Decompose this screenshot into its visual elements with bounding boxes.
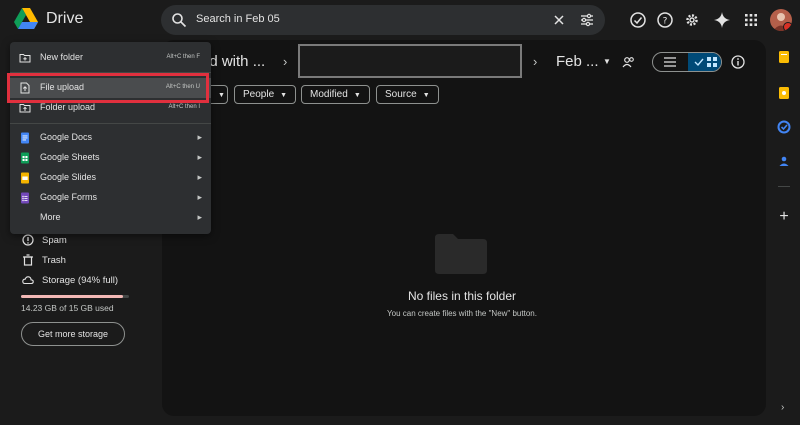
storage-progress-bar [21, 295, 129, 298]
settings-icon[interactable] [683, 11, 701, 29]
apps-grid-icon[interactable] [742, 11, 760, 29]
sidebar-item-trash[interactable]: Trash [22, 254, 66, 266]
new-menu: New folder Alt+C then F File upload Alt+… [10, 42, 211, 234]
list-view-button[interactable] [653, 53, 688, 71]
redacted-breadcrumb [298, 44, 522, 78]
breadcrumb-current[interactable]: Feb ... [556, 53, 599, 70]
offline-status-icon[interactable] [629, 11, 647, 29]
folder-upload-icon [19, 104, 31, 113]
view-toggle[interactable] [652, 52, 722, 72]
info-icon[interactable] [731, 55, 745, 69]
filter-chip-source[interactable]: Source ▼ [376, 85, 439, 104]
menu-item-new-folder[interactable]: New folder Alt+C then F [10, 48, 211, 68]
filter-chip-people[interactable]: People ▼ [234, 85, 297, 104]
get-more-storage-button[interactable]: Get more storage [21, 322, 125, 346]
search-bar[interactable]: Search in Feb 05 [161, 5, 605, 35]
grid-view-icon [707, 57, 717, 67]
sidebar-item-label: Storage (94% full) [42, 274, 119, 286]
breadcrumb-chevron-icon: › [283, 54, 288, 69]
search-icon[interactable] [171, 12, 187, 28]
drive-logo[interactable] [14, 8, 38, 30]
storage-used-text: 14.23 GB of 15 GB used [21, 303, 114, 313]
forms-icon [21, 192, 29, 204]
menu-item-google-sheets[interactable]: Google Sheets ▸ [10, 148, 211, 168]
share-people-icon[interactable] [622, 56, 635, 68]
grid-view-button[interactable] [688, 53, 721, 71]
folder-menu-caret-icon[interactable]: ▼ [603, 57, 611, 66]
new-folder-icon [19, 54, 31, 63]
chevron-right-icon: ▸ [197, 132, 202, 142]
chevron-right-icon: ▸ [197, 212, 202, 222]
gemini-icon[interactable] [713, 11, 731, 29]
sidebar-item-label: Spam [42, 234, 67, 246]
sheets-icon [21, 152, 29, 164]
drive-brand[interactable]: Drive [46, 10, 83, 28]
menu-item-more[interactable]: More ▸ [10, 208, 211, 228]
keep-app-icon[interactable] [776, 49, 792, 65]
trash-icon [23, 254, 33, 266]
breadcrumb-chevron-icon: › [533, 54, 538, 69]
sidebar-item-spam[interactable]: Spam [22, 234, 67, 246]
menu-item-google-slides[interactable]: Google Slides ▸ [10, 168, 211, 188]
search-input[interactable]: Search in Feb 05 [196, 13, 280, 25]
menu-item-google-docs[interactable]: Google Docs ▸ [10, 128, 211, 148]
list-view-icon [664, 57, 676, 67]
rail-divider [778, 186, 790, 187]
chevron-right-icon: ▸ [197, 152, 202, 162]
storage-progress-fill [21, 295, 123, 298]
menu-item-google-forms[interactable]: Google Forms ▸ [10, 188, 211, 208]
contacts-app-icon[interactable] [776, 153, 792, 169]
search-options-icon[interactable] [580, 13, 594, 27]
chevron-down-icon: ▼ [422, 92, 430, 99]
empty-state-title: No files in this folder [407, 289, 517, 303]
checkmark-icon [694, 58, 704, 67]
chevron-down-icon: ▼ [218, 92, 225, 99]
chevron-down-icon: ▼ [280, 92, 288, 99]
add-addon-icon[interactable]: + [776, 209, 792, 225]
calendar-app-icon[interactable] [776, 85, 792, 101]
svg-text:?: ? [663, 17, 668, 27]
chevron-right-icon: ▸ [197, 192, 202, 202]
empty-state-subtitle: You can create files with the "New" butt… [387, 309, 537, 318]
chevron-down-icon: ▼ [353, 92, 361, 99]
cloud-icon [22, 276, 34, 285]
docs-icon [21, 132, 29, 144]
spam-icon [22, 234, 34, 246]
slides-icon [21, 172, 29, 184]
clear-search-icon[interactable] [553, 14, 565, 26]
empty-folder-icon [435, 234, 487, 274]
filter-chip-modified[interactable]: Modified ▼ [301, 85, 370, 104]
sidebar-item-storage[interactable]: Storage (94% full) [22, 274, 118, 286]
tasks-app-icon[interactable] [776, 119, 792, 135]
sidebar-item-label: Trash [42, 254, 66, 266]
menu-divider [10, 123, 211, 124]
expand-panel-icon[interactable]: › [781, 402, 784, 413]
account-avatar[interactable] [770, 9, 792, 31]
highlight-box [7, 73, 209, 103]
help-icon[interactable]: ? [656, 11, 674, 29]
chevron-right-icon: ▸ [197, 172, 202, 182]
notification-badge [783, 22, 792, 31]
